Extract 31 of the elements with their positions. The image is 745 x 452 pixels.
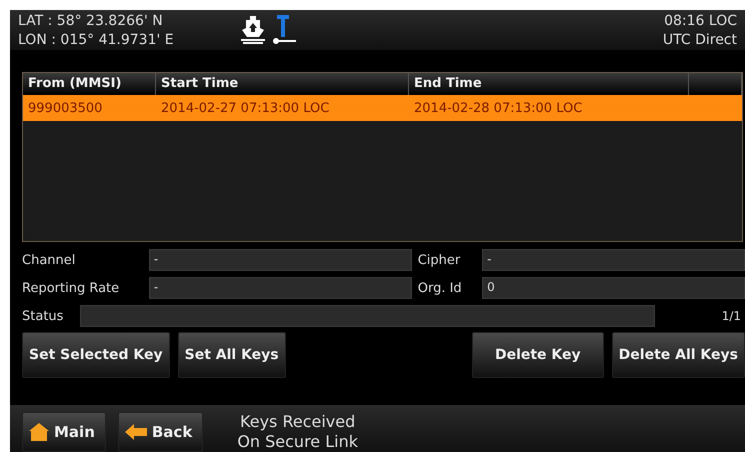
table-cell-text: 2014-02-27 07:13:00 LOC <box>160 100 330 116</box>
longitude-text: LON : 015° 41.9731' E <box>18 32 174 48</box>
channel-field[interactable]: - <box>148 249 412 271</box>
page-indicator: 1/1 <box>722 309 742 323</box>
status-message: Keys Received <box>240 412 356 432</box>
status-message: On Secure Link <box>237 432 358 452</box>
org-id-field[interactable]: 0 <box>482 277 745 299</box>
arrow-left-icon <box>124 424 147 440</box>
field-label: Reporting Rate <box>22 280 120 296</box>
cipher-field[interactable]: - <box>482 249 745 271</box>
action-button[interactable]: Set All Keys <box>178 332 286 378</box>
table-row[interactable]: 999003500 2014-02-27 07:13:00 LOC 2014-02-28 07:13:00 LOC <box>23 95 742 121</box>
action-button[interactable]: Set Selected Key <box>22 332 170 378</box>
table-cell-text: 2014-02-28 07:13:00 LOC <box>413 100 584 116</box>
clock-time: 08:16 LOC <box>664 12 737 28</box>
back-button[interactable]: Back <box>118 412 204 452</box>
field-label: Org. Id <box>418 280 463 296</box>
house-icon <box>29 423 49 441</box>
latitude-text: LAT : 58° 23.8266' N <box>18 12 164 28</box>
field-label: Cipher <box>418 252 462 268</box>
field-label: Channel <box>22 252 76 268</box>
table-cell-text: 999003500 <box>27 100 104 116</box>
reporting-rate-field[interactable]: - <box>148 277 412 299</box>
key-icon <box>272 15 298 45</box>
action-button[interactable]: Delete Key <box>472 332 604 378</box>
status-field[interactable] <box>80 305 655 327</box>
main-button[interactable]: Main <box>22 412 106 452</box>
time-source: UTC Direct <box>662 32 737 48</box>
ship-icon <box>240 16 266 44</box>
field-label: Status <box>22 308 64 324</box>
action-button[interactable]: Delete All Keys <box>612 332 745 378</box>
